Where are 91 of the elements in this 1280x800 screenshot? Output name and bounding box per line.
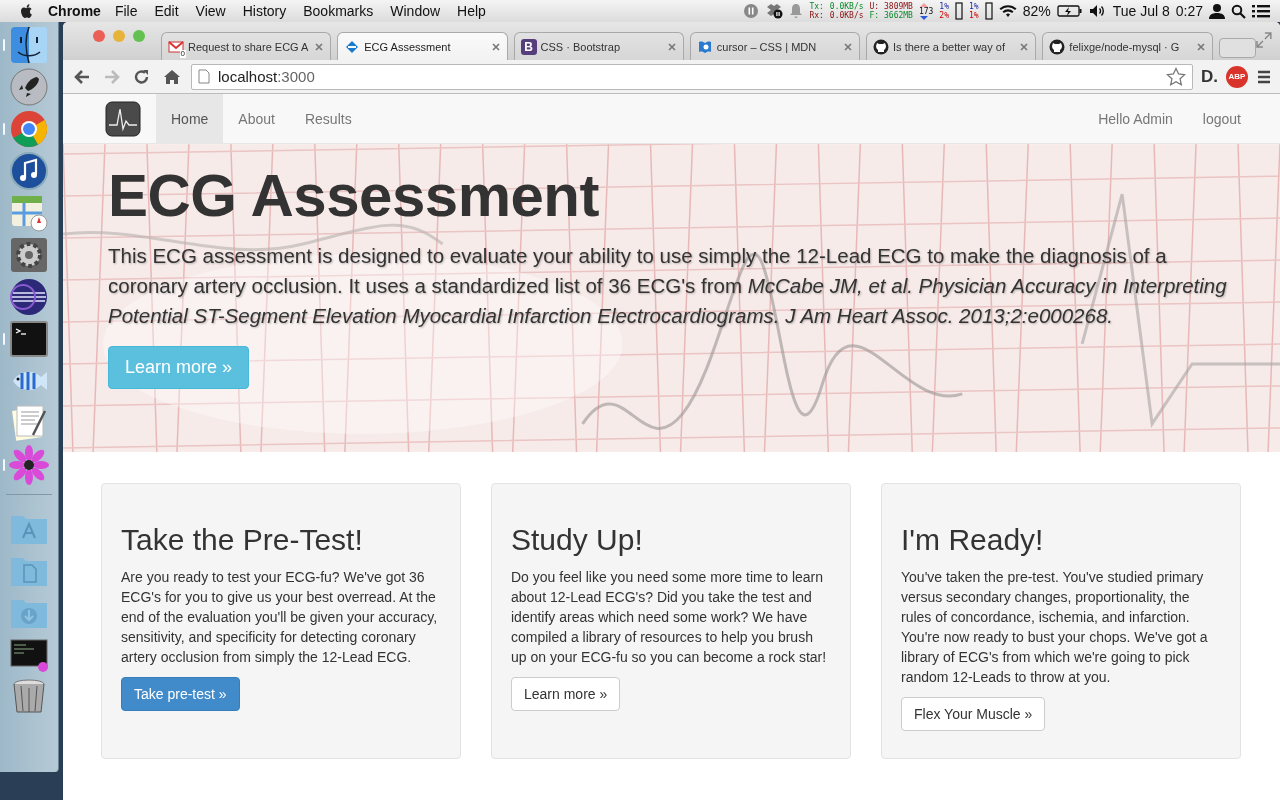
gear-icon[interactable]	[9, 235, 49, 275]
upload-rate: 0.0KB/s	[829, 2, 864, 11]
box-pause-icon[interactable]	[765, 3, 784, 19]
card-text: Are you ready to test your ECG-fu? We've got 36 ECG's for you to give us your best overread. At the end of the evaluation you'll be given your accuracy, sensitivity, and specificity for detecting coronary artery occlusion from simply the 12-Lead ECG.	[121, 568, 438, 667]
wifi-icon[interactable]	[998, 4, 1017, 18]
extension-button[interactable]: ABP	[1226, 65, 1248, 88]
card-button[interactable]: Take pre-test »	[121, 677, 240, 711]
unread-count: 0	[179, 49, 186, 58]
card-title: Take the Pre-Test!	[121, 523, 364, 557]
hero-title: ECG Assessment	[108, 161, 600, 231]
terminal-icon[interactable]	[9, 319, 49, 359]
close-icon[interactable]	[490, 41, 501, 52]
meter-icon	[955, 2, 963, 20]
menu-item[interactable]: Bookmarks	[303, 3, 374, 19]
cpu-reading: 1%	[969, 11, 979, 20]
menu-icon[interactable]	[1256, 68, 1272, 85]
circle-logo-icon[interactable]	[9, 109, 49, 149]
nav-link[interactable]: Home	[156, 94, 224, 143]
rocket-icon[interactable]	[9, 67, 49, 107]
address-bar[interactable]: localhost:3000	[191, 63, 1193, 90]
browser-tab[interactable]: Is there a better way of	[866, 32, 1037, 60]
cat-icon	[873, 38, 890, 55]
envelope-icon	[168, 38, 184, 55]
home-icon[interactable]	[163, 67, 181, 86]
card-text: Do you feel like you need some more time to learn about 12-Lead ECG's? Did you take the test and identify areas which need some work? We have compiled a library of resources to help you brush up on your ECG-fu so you can become a rock star!	[511, 568, 828, 667]
rx-label: Rx:	[809, 11, 824, 20]
logout-link[interactable]: logout	[1187, 94, 1256, 143]
cpu-reading: 2%	[939, 11, 949, 20]
star-icon[interactable]	[1166, 66, 1186, 87]
card-text: You've taken the pre-test. You've studied primary versus secondary changes, proportionality, the rules of concordance, ischemia, and infarction. You're now ready to bust your chops. We've got a library of ECG's from which we're going to pick random 12-Leads to throw at you.	[901, 568, 1209, 687]
nav-link[interactable]: About	[223, 94, 290, 143]
page-icon	[198, 69, 210, 84]
menubar-date: Tue Jul 8	[1112, 3, 1170, 19]
card-title: I'm Ready!	[901, 523, 1045, 557]
user-icon[interactable]	[1209, 3, 1225, 19]
close-icon[interactable]	[1019, 41, 1030, 52]
menubar-clock[interactable]: 0:27	[1175, 3, 1203, 19]
menu-item[interactable]: File	[114, 3, 138, 19]
counter: 173	[918, 6, 934, 16]
logo-badge: B	[520, 38, 537, 55]
browser-tab[interactable]: felixge/node-mysql · G	[1042, 32, 1213, 60]
battery-icon[interactable]	[1056, 4, 1083, 18]
download-rate: 0.0KB/s	[829, 11, 864, 20]
cat-icon	[1049, 38, 1066, 55]
apple-icon[interactable]	[20, 3, 34, 19]
reload-icon[interactable]	[133, 67, 151, 86]
volume-icon[interactable]	[1088, 4, 1107, 18]
close-icon[interactable]	[843, 41, 854, 52]
paper-pen-icon[interactable]	[9, 403, 49, 443]
smiling-face-icon[interactable]	[9, 25, 49, 65]
cpu-reading: 1%	[939, 2, 949, 11]
menu-item[interactable]: Edit	[154, 3, 179, 19]
menu-item[interactable]: View	[195, 3, 226, 19]
pause-icon[interactable]	[743, 3, 760, 19]
flower-icon[interactable]	[9, 445, 49, 485]
cpu-reading: 1%	[969, 2, 979, 11]
memory-used: U: 3809MB	[869, 2, 913, 11]
browser-tab[interactable]: cursor – CSS | MDN	[689, 32, 861, 60]
memory-free: F: 3662MB	[869, 11, 913, 20]
battery-percent: 82%	[1022, 3, 1051, 19]
browser-tab[interactable]: ECG Assessment	[337, 32, 508, 60]
browser-tab[interactable]: 0 Request to share ECG A	[161, 32, 332, 60]
striped-sphere-icon[interactable]	[9, 277, 49, 317]
browser-tab[interactable]: B CSS · Bootstrap	[513, 32, 684, 60]
menu-item[interactable]: Help	[457, 3, 486, 19]
tx-label: Tx:	[809, 2, 824, 11]
fullscreen-icon[interactable]	[1256, 32, 1273, 48]
close-icon[interactable]	[1195, 41, 1206, 52]
menu-item[interactable]: History	[242, 3, 287, 19]
music-note-icon[interactable]	[9, 151, 49, 191]
app-menu[interactable]: Chrome	[48, 3, 101, 19]
card-button[interactable]: Flex Your Muscle »	[901, 697, 1046, 731]
diamond-arrows-icon	[344, 38, 361, 55]
card-button[interactable]: Learn more »	[511, 677, 621, 711]
search-icon[interactable]	[1231, 3, 1246, 19]
meter-icon	[984, 2, 993, 20]
close-icon[interactable]	[666, 41, 677, 52]
window-control[interactable]	[93, 30, 105, 42]
nav-link[interactable]: Results	[289, 94, 367, 143]
menu-item[interactable]: Window	[390, 3, 441, 19]
card-title: Study Up!	[511, 523, 644, 557]
list-menu-icon[interactable]	[1252, 4, 1270, 18]
extension-button[interactable]: D.	[1201, 66, 1218, 87]
up-arrow-icon	[918, 2, 929, 7]
account-link[interactable]: Hello Admin	[1083, 94, 1188, 143]
hero-text: This ECG assessment is designed to evaluate your ability to use simply the 12-Lead ECG to make the diagnosis of a coronary artery occlusion. It uses a standardized list of 36 ECG's from McCabe JM, et al. Physician Accuracy in Interpreting Potential ST-Segment Elevation Myocardial Infarction Electrocardiograms. J Am Heart Assoc. 2013;2:e000268.	[108, 243, 1228, 329]
down-arrow-icon	[918, 15, 929, 20]
url-text: localhost:3000	[218, 68, 316, 85]
heartbeat-logo-icon[interactable]	[105, 100, 141, 137]
close-icon[interactable]	[314, 41, 325, 52]
back-arrow-icon[interactable]	[73, 67, 91, 86]
